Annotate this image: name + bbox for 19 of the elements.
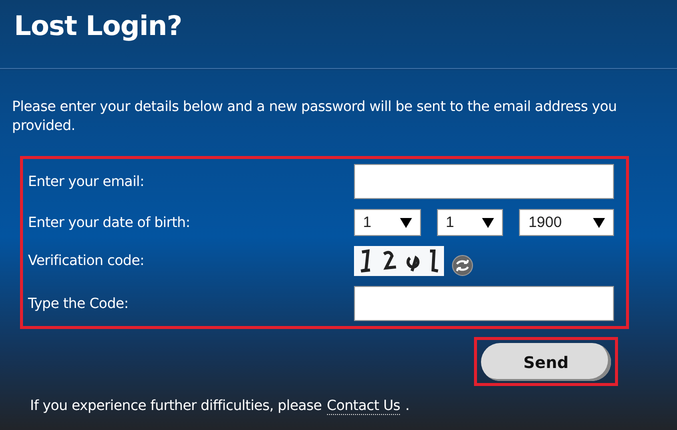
contact-link[interactable]: Contact Us bbox=[326, 398, 400, 415]
refresh-icon[interactable] bbox=[452, 255, 473, 276]
dropdown[interactable]: 1 bbox=[354, 209, 421, 236]
code-field[interactable] bbox=[354, 286, 614, 321]
help-text: If you experience further difficulties, please bbox=[30, 398, 322, 415]
email-field[interactable] bbox=[354, 164, 614, 199]
page-title: Lost Login? bbox=[13, 10, 183, 44]
field-label: Enter your date of birth: bbox=[28, 214, 192, 230]
dropdown-arrow-icon bbox=[400, 218, 412, 228]
field-label: Enter your email: bbox=[28, 174, 146, 190]
instructions-text: Please enter your details below and a new password will be sent to the email address you provided. bbox=[12, 98, 618, 136]
dropdown-arrow-icon bbox=[593, 218, 605, 228]
dropdown[interactable]: 1900 bbox=[519, 209, 614, 236]
field-label: Verification code: bbox=[28, 253, 146, 269]
period-text: . bbox=[405, 398, 410, 415]
dropdown-arrow-icon bbox=[482, 218, 494, 228]
send-button[interactable]: Send bbox=[481, 343, 611, 381]
dropdown[interactable]: 1 bbox=[436, 209, 504, 236]
field-label: Type the Code: bbox=[28, 296, 130, 312]
